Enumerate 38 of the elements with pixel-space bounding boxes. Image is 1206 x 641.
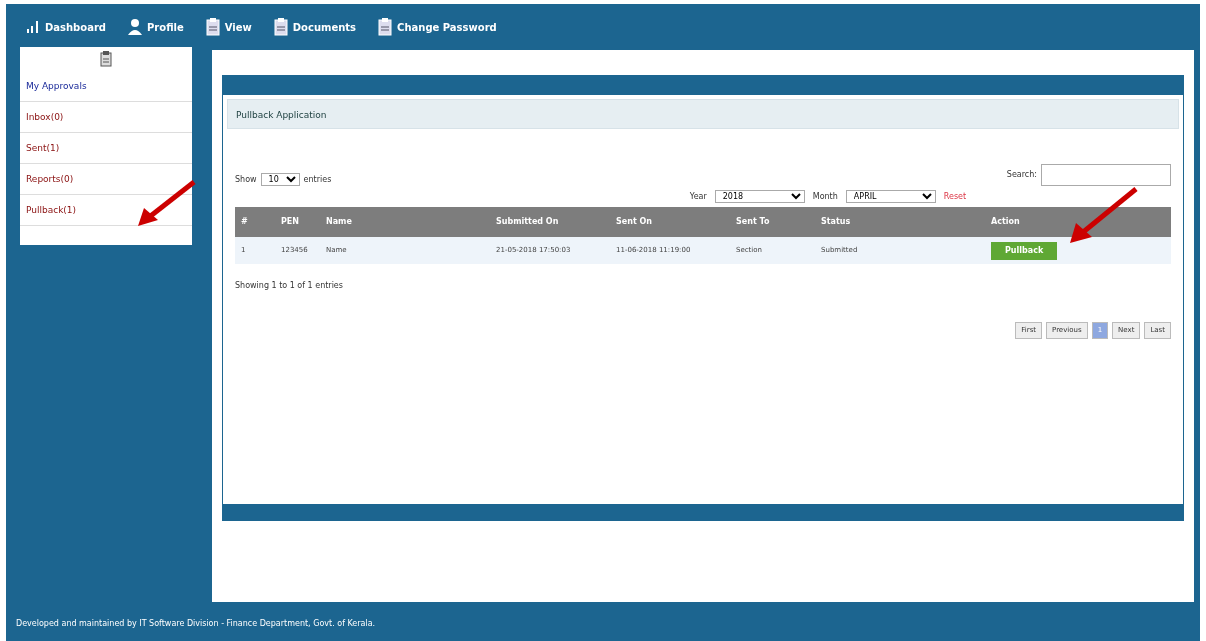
column-header[interactable]: PEN	[281, 216, 300, 228]
search-field[interactable]	[1041, 164, 1171, 186]
bar-chart-icon	[26, 21, 40, 33]
sidebar-item[interactable]: Inbox(0)	[20, 102, 192, 133]
month-select[interactable]: APRIL	[845, 190, 936, 203]
column-header[interactable]: #	[241, 216, 248, 228]
nav-link[interactable]: Change Password	[378, 18, 497, 36]
annotation-arrow	[1070, 187, 1138, 245]
column-header[interactable]: Sent On	[616, 216, 652, 228]
document-icon	[378, 18, 393, 36]
year-select[interactable]: 2018	[714, 190, 805, 203]
panel-title: Pullback Application	[227, 99, 1179, 129]
document-icon	[205, 18, 220, 36]
nav-link[interactable]: Profile	[128, 19, 184, 35]
table-info: Showing 1 to 1 of 1 entries	[235, 280, 344, 292]
document-icon	[100, 51, 112, 67]
reset-link[interactable]: Reset	[943, 190, 967, 203]
annotation-arrow	[138, 180, 196, 228]
sidebar-item[interactable]: Reports(0)	[20, 164, 192, 195]
length-label: Show	[235, 173, 257, 186]
sidebar-heading[interactable]: My Approvals	[20, 71, 192, 102]
document-icon	[273, 18, 288, 36]
column-header[interactable]: Action	[991, 216, 1020, 228]
column-header[interactable]: Name	[326, 216, 352, 228]
column-header[interactable]: Status	[821, 216, 851, 228]
footer-text: Developed and maintained by IT Software Division - Finance Department, Govt. of Kerala.	[15, 618, 377, 630]
nav-link[interactable]: View	[205, 18, 252, 36]
column-header[interactable]: Sent To	[736, 216, 770, 228]
search-label: Search:	[1006, 169, 1037, 181]
month-label: Month	[812, 190, 838, 203]
person-icon	[128, 19, 142, 35]
column-header[interactable]: Submitted On	[496, 216, 559, 228]
nav-link[interactable]: Dashboard	[26, 19, 106, 35]
length-label: entries	[303, 173, 332, 186]
nav-link[interactable]: Documents	[273, 18, 357, 36]
sidebar-item[interactable]: Sent(1)	[20, 133, 192, 164]
length-select[interactable]: 10	[260, 173, 300, 186]
year-label: Year	[689, 190, 707, 203]
